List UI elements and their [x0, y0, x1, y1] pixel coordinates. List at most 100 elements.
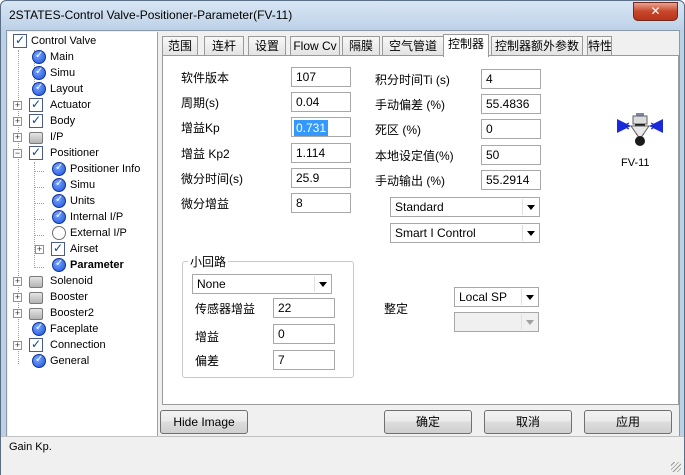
expand-icon[interactable]: +: [13, 133, 22, 142]
apply-button[interactable]: 应用: [584, 410, 672, 434]
tree-item-layout[interactable]: Layout: [8, 82, 157, 98]
tree-item-main[interactable]: Main: [8, 50, 157, 66]
expand-icon[interactable]: +: [35, 245, 44, 254]
chevron-down-icon[interactable]: [522, 199, 538, 215]
tree-label: Positioner: [50, 147, 99, 159]
valve-tag-label: FV-11: [621, 157, 650, 169]
tree-item-units[interactable]: Units: [8, 194, 157, 210]
tab-range[interactable]: 范围: [162, 36, 198, 56]
tree-item-positioner[interactable]: − Positioner: [8, 145, 157, 162]
loop-bias-input[interactable]: 7: [273, 350, 335, 370]
tree-item-ip[interactable]: + I/P: [8, 130, 157, 146]
software-version-input[interactable]: 107: [291, 67, 351, 87]
gain-kp2-label: 增益 Kp2: [181, 147, 230, 161]
checkbox-icon[interactable]: [29, 145, 43, 160]
expand-icon[interactable]: +: [13, 341, 22, 350]
tree-label: Airset: [70, 243, 99, 255]
gain-kp2-input[interactable]: 1.114: [291, 143, 351, 163]
resize-grip-icon[interactable]: [671, 462, 681, 472]
hide-image-button[interactable]: Hide Image: [160, 410, 248, 434]
sensor-gain-input[interactable]: 22: [273, 298, 335, 318]
tree-item-positioner-simu[interactable]: Simu: [8, 178, 157, 194]
integral-time-input[interactable]: 4: [481, 69, 541, 89]
title-bar[interactable]: 2STATES-Control Valve-Positioner-Paramet…: [1, 1, 684, 29]
tree-label: Solenoid: [50, 275, 93, 287]
manual-output-label: 手动输出 (%): [375, 174, 445, 188]
chevron-down-icon[interactable]: [521, 289, 537, 305]
controller-panel: 软件版本 107 周期(s) 0.04 增益Kp 0.731 增益 Kp2 1.…: [162, 55, 679, 405]
tree-label: General: [50, 355, 90, 367]
derivative-time-input[interactable]: 25.9: [291, 168, 351, 188]
small-loop-title: 小回路: [188, 253, 229, 270]
checked-circle-icon: [52, 178, 66, 192]
checkbox-icon[interactable]: [29, 97, 43, 112]
loop-gain-label: 增益: [195, 330, 220, 344]
tree-label: Positioner Info: [70, 163, 141, 175]
close-button[interactable]: [633, 2, 678, 21]
tree-label: Internal I/P: [70, 211, 124, 223]
expand-icon[interactable]: +: [13, 277, 22, 286]
loop-gain-input[interactable]: 0: [273, 324, 335, 344]
deadband-label: 死区 (%): [375, 123, 421, 137]
tree-item-body[interactable]: + Body: [8, 113, 157, 130]
tree-item-general[interactable]: General: [8, 354, 157, 370]
navigation-tree[interactable]: Control Valve Main Simu Layout + Actuato…: [8, 32, 158, 438]
tab-characteristic[interactable]: 特性: [587, 36, 612, 56]
chevron-down-icon[interactable]: [314, 276, 330, 292]
deadband-input[interactable]: 0: [481, 119, 541, 139]
tree-label: Booster2: [50, 307, 95, 319]
checkbox-icon[interactable]: [13, 33, 27, 48]
tree-item-booster[interactable]: + Booster: [8, 290, 157, 306]
tree-item-actuator[interactable]: + Actuator: [8, 97, 157, 114]
tab-diaphragm[interactable]: 隔膜: [342, 36, 380, 56]
tree-item-positioner-info[interactable]: Positioner Info: [8, 162, 157, 178]
chevron-down-icon[interactable]: [522, 225, 538, 241]
manual-output-input[interactable]: 55.2914: [481, 170, 541, 190]
tree-item-internal-ip[interactable]: Internal I/P: [8, 210, 157, 226]
cancel-button[interactable]: 取消: [484, 410, 572, 434]
period-input[interactable]: 0.04: [291, 92, 351, 112]
tree-item-connection[interactable]: + Connection: [8, 337, 157, 354]
expand-icon[interactable]: +: [13, 101, 22, 110]
folder-icon: [29, 292, 43, 304]
checkbox-icon[interactable]: [51, 241, 65, 256]
sensor-gain-label: 传感器增益: [195, 302, 256, 316]
ok-button[interactable]: 确定: [384, 410, 472, 434]
expand-icon[interactable]: +: [13, 117, 22, 126]
tree-item-simu[interactable]: Simu: [8, 66, 157, 82]
derivative-gain-input[interactable]: 8: [291, 193, 351, 213]
expand-icon[interactable]: +: [13, 293, 22, 302]
tree-item-booster2[interactable]: + Booster2: [8, 306, 157, 322]
tree-item-faceplate[interactable]: Faceplate: [8, 322, 157, 338]
tree-item-control-valve[interactable]: Control Valve: [8, 33, 157, 50]
checkbox-icon[interactable]: [29, 337, 43, 352]
small-loop-select[interactable]: None: [192, 274, 332, 294]
tab-settings[interactable]: 设置: [248, 36, 286, 56]
tab-controller-extra[interactable]: 控制器额外参数: [491, 36, 583, 56]
tree-item-parameter[interactable]: Parameter: [8, 258, 157, 274]
tree-item-external-ip[interactable]: External I/P: [8, 226, 157, 242]
tuning-select[interactable]: Local SP: [454, 287, 539, 307]
checked-circle-icon: [52, 162, 66, 176]
tree-label: Connection: [50, 339, 106, 351]
tab-air-pipe[interactable]: 空气管道: [382, 36, 444, 56]
checked-circle-icon: [32, 354, 46, 368]
manual-bias-input[interactable]: 55.4836: [481, 94, 541, 114]
mode-select[interactable]: Standard: [390, 197, 540, 217]
collapse-icon[interactable]: −: [13, 149, 22, 158]
tab-controller[interactable]: 控制器: [443, 34, 489, 57]
local-setpoint-input[interactable]: 50: [481, 145, 541, 165]
expand-icon[interactable]: +: [13, 309, 22, 318]
checked-circle-icon: [32, 50, 46, 64]
checkbox-icon[interactable]: [29, 113, 43, 128]
tree-item-airset[interactable]: + Airset: [8, 241, 157, 258]
gain-kp-value: 0.731: [294, 120, 329, 136]
tree-label: Control Valve: [31, 35, 97, 47]
tree-item-solenoid[interactable]: + Solenoid: [8, 274, 157, 290]
period-label: 周期(s): [181, 96, 219, 110]
tab-flow-cv[interactable]: Flow Cv: [290, 36, 340, 56]
control-select[interactable]: Smart I Control: [390, 223, 540, 243]
empty-circle-icon: [52, 226, 66, 240]
tab-linkage[interactable]: 连杆: [204, 36, 244, 56]
gain-kp-input[interactable]: 0.731: [291, 117, 351, 137]
